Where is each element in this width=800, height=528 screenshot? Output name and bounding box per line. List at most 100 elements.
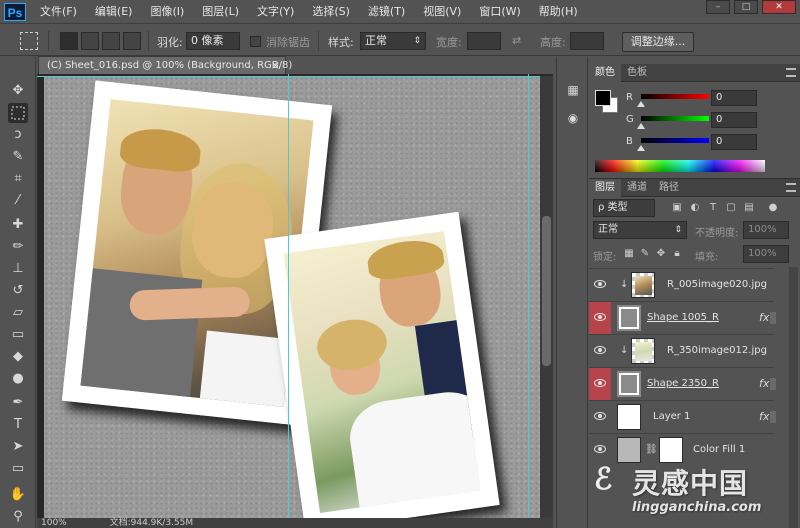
channel-g-slider[interactable] [641, 116, 709, 121]
layer-row[interactable]: ↓ R_005image020.jpg [589, 268, 774, 301]
width-input[interactable] [467, 32, 501, 50]
lock-transparent-icon[interactable]: ▦ [623, 248, 635, 260]
menu-select[interactable]: 选择(S) [312, 0, 350, 24]
menu-view[interactable]: 视图(V) [423, 0, 461, 24]
height-input[interactable] [570, 32, 604, 50]
refine-edge-button[interactable]: 调整边缘... [622, 32, 694, 52]
style-select[interactable]: 正常 ⇕ [360, 32, 426, 50]
tab-channels[interactable]: 通道 [621, 179, 653, 197]
quick-select-tool-icon[interactable]: ✎ [8, 147, 28, 167]
visibility-toggle[interactable] [589, 368, 611, 400]
channel-r-slider[interactable] [641, 94, 709, 99]
layer-row[interactable]: ↓ R_350image012.jpg [589, 334, 774, 367]
menu-window[interactable]: 窗口(W) [479, 0, 520, 24]
dodge-tool-icon[interactable]: ● [8, 369, 28, 389]
antialias-checkbox[interactable] [250, 36, 261, 47]
properties-panel-icon[interactable]: ◉ [564, 109, 582, 127]
marquee-preset-icon[interactable] [20, 32, 38, 50]
blur-tool-icon[interactable]: ◆ [8, 347, 28, 367]
chain-link-icon[interactable]: ⛓ [645, 444, 658, 456]
layer-filter-select[interactable]: ρ 类型 [593, 199, 655, 217]
filter-shape-icon[interactable]: ▢ [725, 202, 737, 214]
lock-pixels-icon[interactable]: ✎ [639, 248, 651, 260]
pen-tool-icon[interactable]: ✒ [8, 393, 28, 413]
stamp-photo-2[interactable] [264, 211, 500, 522]
panel-menu-icon[interactable] [786, 183, 796, 192]
slider-caret-icon[interactable] [637, 101, 645, 107]
expand-effects-icon[interactable] [770, 378, 776, 390]
fill-input[interactable]: 100% [743, 245, 789, 263]
minimize-button[interactable]: – [706, 0, 730, 14]
healing-brush-tool-icon[interactable]: ✚ [8, 215, 28, 235]
fx-icon[interactable]: fx [759, 410, 769, 423]
path-select-tool-icon[interactable]: ➤ [8, 437, 28, 457]
menu-type[interactable]: 文字(Y) [257, 0, 294, 24]
brush-tool-icon[interactable]: ✏ [8, 237, 28, 257]
zoom-tool-icon[interactable]: ⚲ [8, 507, 28, 527]
visibility-toggle[interactable] [589, 302, 611, 334]
move-tool-icon[interactable]: ✥ [8, 81, 28, 101]
menu-file[interactable]: 文件(F) [40, 0, 77, 24]
intersect-selection-icon[interactable] [123, 32, 141, 50]
subtract-selection-icon[interactable] [102, 32, 120, 50]
history-panel-icon[interactable]: ▦ [564, 81, 582, 99]
hand-tool-icon[interactable]: ✋ [8, 485, 28, 505]
scrollbar-thumb[interactable] [542, 216, 551, 366]
layer-name[interactable]: R_350image012.jpg [667, 345, 767, 356]
slider-caret-icon[interactable] [637, 123, 645, 129]
channel-r-value[interactable]: 0 [711, 90, 757, 106]
add-selection-icon[interactable] [81, 32, 99, 50]
tab-color[interactable]: 颜色 [589, 64, 621, 82]
filter-smart-icon[interactable]: ▤ [743, 202, 755, 214]
filter-pixel-icon[interactable]: ▣ [671, 202, 683, 214]
marquee-tool-icon[interactable] [8, 103, 28, 123]
panel-menu-icon[interactable] [786, 68, 796, 77]
close-button[interactable]: ✕ [762, 0, 796, 14]
gradient-tool-icon[interactable]: ▭ [8, 325, 28, 345]
filter-toggle-icon[interactable]: ● [767, 202, 779, 214]
layer-row[interactable]: Shape 1005_R fx [589, 301, 776, 334]
rectangle-tool-icon[interactable]: ▭ [8, 459, 28, 479]
menu-help[interactable]: 帮助(H) [539, 0, 578, 24]
expand-effects-icon[interactable] [770, 411, 776, 423]
lasso-tool-icon[interactable]: ↄ [8, 125, 28, 145]
tab-layers[interactable]: 图层 [589, 179, 621, 197]
visibility-toggle[interactable] [589, 335, 611, 367]
swap-icon[interactable]: ⇄ [512, 34, 521, 47]
lock-position-icon[interactable]: ✥ [655, 248, 667, 260]
vertical-scrollbar[interactable] [540, 76, 553, 522]
feather-input[interactable]: 0 像素 [186, 32, 240, 50]
fx-icon[interactable]: fx [759, 311, 769, 324]
menu-layer[interactable]: 图层(L) [202, 0, 239, 24]
foreground-color-swatch[interactable] [595, 90, 611, 106]
opacity-input[interactable]: 100% [743, 221, 789, 239]
clone-stamp-tool-icon[interactable]: ⊥ [8, 259, 28, 279]
close-tab-icon[interactable]: × [271, 57, 280, 74]
layer-row[interactable]: Layer 1 fx [589, 400, 776, 433]
slider-caret-icon[interactable] [637, 145, 645, 151]
new-selection-icon[interactable] [60, 32, 78, 50]
maximize-button[interactable]: □ [734, 0, 758, 14]
expand-effects-icon[interactable] [770, 312, 776, 324]
filter-adjust-icon[interactable]: ◐ [689, 202, 701, 214]
visibility-toggle[interactable] [589, 401, 611, 433]
eyedropper-tool-icon[interactable]: ⁄ [8, 191, 28, 211]
crop-tool-icon[interactable]: ⌗ [8, 169, 28, 189]
eraser-tool-icon[interactable]: ▱ [8, 303, 28, 323]
layer-name[interactable]: Shape 2350_R [647, 378, 719, 389]
visibility-toggle[interactable] [589, 269, 611, 301]
type-tool-icon[interactable]: T [8, 415, 28, 435]
blend-mode-select[interactable]: 正常 ⇕ [593, 221, 687, 239]
filter-type-icon[interactable]: T [707, 202, 719, 214]
layer-name[interactable]: Color Fill 1 [693, 444, 745, 455]
layer-name[interactable]: Shape 1005_R [647, 312, 719, 323]
menu-edit[interactable]: 编辑(E) [95, 0, 133, 24]
document-tab[interactable]: (C) Sheet_016.psd @ 100% (Background, RG… [38, 56, 292, 74]
layer-name[interactable]: R_005image020.jpg [667, 279, 767, 290]
layer-name[interactable]: Layer 1 [653, 411, 690, 422]
tab-swatches[interactable]: 色板 [621, 64, 653, 82]
history-brush-tool-icon[interactable]: ↺ [8, 281, 28, 301]
channel-g-value[interactable]: 0 [711, 112, 757, 128]
channel-b-slider[interactable] [641, 138, 709, 143]
fx-icon[interactable]: fx [759, 377, 769, 390]
